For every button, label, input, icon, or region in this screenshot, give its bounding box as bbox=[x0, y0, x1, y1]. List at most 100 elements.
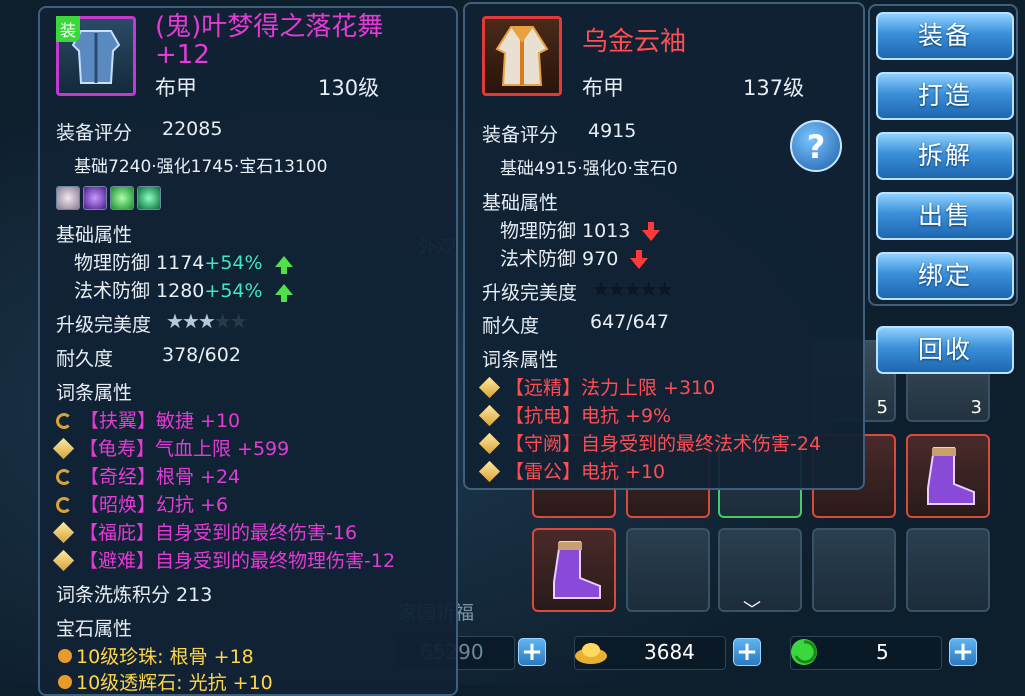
affix-text: 【奇经】根骨 +24 bbox=[80, 466, 241, 488]
attr-label: 物理防御 1013 bbox=[500, 220, 631, 242]
score-label: 装备评分 bbox=[56, 122, 133, 144]
perfection-stars: ★★★★★ bbox=[592, 277, 674, 301]
perfection-label: 升级完美度 bbox=[482, 282, 578, 304]
bind-button[interactable]: 绑定 bbox=[876, 252, 1014, 300]
compared-item-level: 137级 bbox=[743, 76, 805, 100]
robe-icon bbox=[495, 26, 549, 86]
durability-label: 耐久度 bbox=[56, 348, 114, 370]
equip-button[interactable]: 装备 bbox=[876, 12, 1014, 60]
attr-label: 物理防御 1174 bbox=[74, 252, 205, 274]
diamond-icon bbox=[478, 376, 501, 399]
affix-row: 【龟寿】气血上限 +599 bbox=[52, 434, 290, 461]
add-jade-button[interactable]: + bbox=[949, 638, 977, 666]
affix-row: 【奇经】根骨 +24 bbox=[56, 462, 240, 489]
scroll-down-chevron-icon[interactable]: ﹀ bbox=[743, 596, 761, 622]
gem-dot-icon bbox=[58, 649, 72, 663]
diamond-icon bbox=[52, 437, 75, 460]
compared-item-thumbnail[interactable] bbox=[482, 16, 562, 96]
affix-row: 【抗电】电抗 +9% bbox=[478, 401, 672, 428]
purple-gem-icon[interactable] bbox=[83, 186, 107, 210]
affix-text: 【龟寿】气血上限 +599 bbox=[79, 438, 290, 460]
sell-button[interactable]: 出售 bbox=[876, 192, 1014, 240]
dismantle-button[interactable]: 拆解 bbox=[876, 132, 1014, 180]
durability-value: 647/647 bbox=[590, 311, 669, 333]
base-attr-title: 基础属性 bbox=[482, 192, 559, 214]
inventory-slot[interactable] bbox=[906, 434, 990, 518]
diamond-icon bbox=[478, 404, 501, 427]
compared-item-type: 布甲 bbox=[582, 76, 624, 100]
gem-attr-title: 宝石属性 bbox=[56, 618, 133, 640]
inventory-slot[interactable] bbox=[906, 528, 990, 612]
item-count: 5 bbox=[876, 397, 888, 418]
jade-swirl-icon bbox=[791, 639, 817, 665]
affix-text: 【远精】法力上限 +310 bbox=[505, 377, 716, 399]
inventory-slot[interactable] bbox=[812, 528, 896, 612]
perfection-stars: ★★★★★ bbox=[166, 309, 248, 333]
swirl-icon bbox=[56, 497, 72, 513]
attr-bonus: +54% bbox=[204, 252, 263, 274]
swirl-icon bbox=[56, 469, 72, 485]
attr-label: 法术防御 970 bbox=[500, 248, 619, 270]
attr-bonus: +54% bbox=[204, 280, 263, 302]
affix-title: 词条属性 bbox=[56, 382, 133, 404]
affix-row: 【远精】法力上限 +310 bbox=[478, 373, 716, 400]
affix-text: 【福庇】自身受到的最终伤害-16 bbox=[79, 522, 358, 544]
increase-arrow-icon bbox=[274, 256, 293, 274]
durability-label: 耐久度 bbox=[482, 315, 540, 337]
equipped-item-name: (鬼)叶梦得之落花舞 +12 bbox=[155, 12, 384, 70]
gold-value: 3684 bbox=[644, 640, 695, 664]
gem-dot-icon bbox=[58, 675, 72, 689]
diamond-icon bbox=[52, 521, 75, 544]
pearl-gem-icon[interactable] bbox=[56, 186, 80, 210]
add-gold-button[interactable]: + bbox=[733, 638, 761, 666]
help-icon[interactable]: ? bbox=[790, 120, 842, 172]
gold-ingot-icon bbox=[575, 643, 607, 664]
perfection-label: 升级完美度 bbox=[56, 314, 152, 336]
decrease-arrow-icon bbox=[642, 222, 661, 241]
diamond-icon bbox=[478, 432, 501, 455]
boots-icon bbox=[927, 447, 975, 505]
durability-value: 378/602 bbox=[162, 344, 241, 366]
equipped-item-thumbnail[interactable]: 装 bbox=[56, 16, 136, 96]
affix-text: 【避难】自身受到的最终物理伤害-12 bbox=[79, 550, 396, 572]
score-label: 装备评分 bbox=[482, 124, 559, 146]
equipped-badge: 装 bbox=[56, 16, 81, 42]
affix-text: 【抗电】电抗 +9% bbox=[505, 405, 672, 427]
forge-button[interactable]: 打造 bbox=[876, 72, 1014, 120]
gem-stat-row: 10级珍珠: 根骨 +18 bbox=[58, 642, 254, 669]
jade-value: 5 bbox=[876, 640, 889, 664]
add-silver-button[interactable]: + bbox=[518, 638, 546, 666]
gem-stat-text: 10级透辉石: 光抗 +10 bbox=[76, 672, 273, 694]
swirl-icon bbox=[56, 413, 72, 429]
affix-row: 【扶翼】敏捷 +10 bbox=[56, 406, 240, 433]
equipped-item-level: 130级 bbox=[318, 76, 380, 100]
increase-arrow-icon bbox=[274, 284, 293, 302]
gem-stat-text: 10级珍珠: 根骨 +18 bbox=[76, 646, 254, 668]
affix-row: 【昭焕】幻抗 +6 bbox=[56, 490, 228, 517]
recycle-button[interactable]: 回收 bbox=[876, 326, 1014, 374]
item-count: 3 bbox=[970, 397, 982, 418]
boots-icon bbox=[553, 541, 601, 599]
green-gem-icon[interactable] bbox=[110, 186, 134, 210]
refine-score: 词条洗炼积分 213 bbox=[56, 584, 213, 606]
affix-row: 【避难】自身受到的最终物理伤害-12 bbox=[52, 546, 396, 573]
affix-text: 【扶翼】敏捷 +10 bbox=[80, 410, 241, 432]
diamond-icon bbox=[52, 549, 75, 572]
decrease-arrow-icon bbox=[630, 250, 649, 269]
affix-row: 【守阙】自身受到的最终法术伤害-24 bbox=[478, 429, 821, 456]
gem-stat-row: 10级透辉石: 光抗 +10 bbox=[58, 668, 273, 695]
gem-slots bbox=[56, 186, 164, 214]
diamond-icon bbox=[478, 460, 501, 483]
affix-title: 词条属性 bbox=[482, 349, 559, 371]
base-attr-row: 物理防御 1174+54% bbox=[74, 248, 293, 275]
equipped-item-type: 布甲 bbox=[155, 76, 197, 100]
emerald-gem-icon[interactable] bbox=[137, 186, 161, 210]
base-attr-row: 法术防御 970 bbox=[500, 244, 649, 271]
score-value: 22085 bbox=[162, 118, 223, 140]
inventory-slot[interactable] bbox=[532, 528, 616, 612]
base-attr-title: 基础属性 bbox=[56, 224, 133, 246]
affix-text: 【雷公】电抗 +10 bbox=[505, 461, 666, 483]
base-attr-row: 物理防御 1013 bbox=[500, 216, 661, 243]
inventory-slot[interactable] bbox=[626, 528, 710, 612]
score-detail: 基础7240·强化1745·宝石13100 bbox=[74, 157, 328, 177]
